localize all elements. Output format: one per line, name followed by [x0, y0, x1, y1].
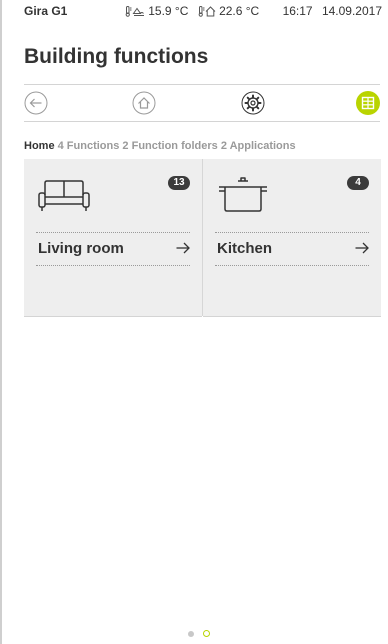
- indoor-temperature-icon: [198, 4, 219, 18]
- navigation-bar: [24, 84, 380, 122]
- indoor-temperature-value: 22.6 °C: [219, 4, 260, 18]
- settings-button[interactable]: [241, 91, 265, 115]
- home-icon: [132, 91, 156, 115]
- function-tile-grid: 13 Living room 4 Kitchen: [24, 159, 381, 317]
- device-frame-edge: [0, 0, 2, 644]
- tile-kitchen[interactable]: 4 Kitchen: [203, 159, 381, 317]
- settings-gear-icon: [241, 91, 265, 115]
- tile-label: Living room: [38, 240, 124, 257]
- function-count-badge: 4: [347, 176, 369, 190]
- function-count-badge: 13: [168, 176, 190, 190]
- page-title: Building functions: [24, 45, 209, 68]
- tile-living-room[interactable]: 13 Living room: [24, 159, 202, 317]
- status-readouts: 15.9 °C 22.6 °C 16:17 14.09.2017: [125, 4, 382, 18]
- arrow-right-icon: [176, 242, 190, 254]
- device-name: Gira G1: [24, 4, 68, 18]
- breadcrumb-function-folders[interactable]: 2 Function folders: [122, 140, 217, 152]
- home-button[interactable]: [132, 91, 156, 115]
- tile-label: Kitchen: [217, 240, 273, 257]
- tile-label-row: Kitchen: [215, 232, 369, 266]
- breadcrumb-applications[interactable]: 2 Applications: [221, 140, 296, 152]
- cooking-pot-icon: [215, 175, 271, 215]
- page-dot-1[interactable]: [188, 631, 194, 637]
- outdoor-temperature-icon: [125, 4, 148, 18]
- back-arrow-icon: [24, 91, 48, 115]
- outdoor-temperature: 15.9 °C: [125, 4, 192, 18]
- breadcrumb: Home 4 Functions 2 Function folders 2 Ap…: [24, 140, 296, 152]
- back-button[interactable]: [24, 91, 48, 115]
- date: 14.09.2017: [321, 4, 382, 18]
- status-bar: Gira G1 15.9 °C 22.6 °C 16:17 14.09.2017: [24, 0, 388, 22]
- indoor-temperature: 22.6 °C: [198, 4, 263, 18]
- breadcrumb-functions[interactable]: 4 Functions: [58, 140, 120, 152]
- arrow-right-icon: [355, 242, 369, 254]
- tile-label-row: Living room: [36, 232, 190, 266]
- outdoor-temperature-value: 15.9 °C: [148, 4, 189, 18]
- tile-grid-icon: [356, 91, 380, 115]
- clock: 16:17: [282, 4, 313, 18]
- page-dot-2-active[interactable]: [203, 630, 210, 637]
- sofa-icon: [36, 175, 92, 215]
- tile-view-button[interactable]: [356, 91, 380, 115]
- breadcrumb-home[interactable]: Home: [24, 140, 55, 152]
